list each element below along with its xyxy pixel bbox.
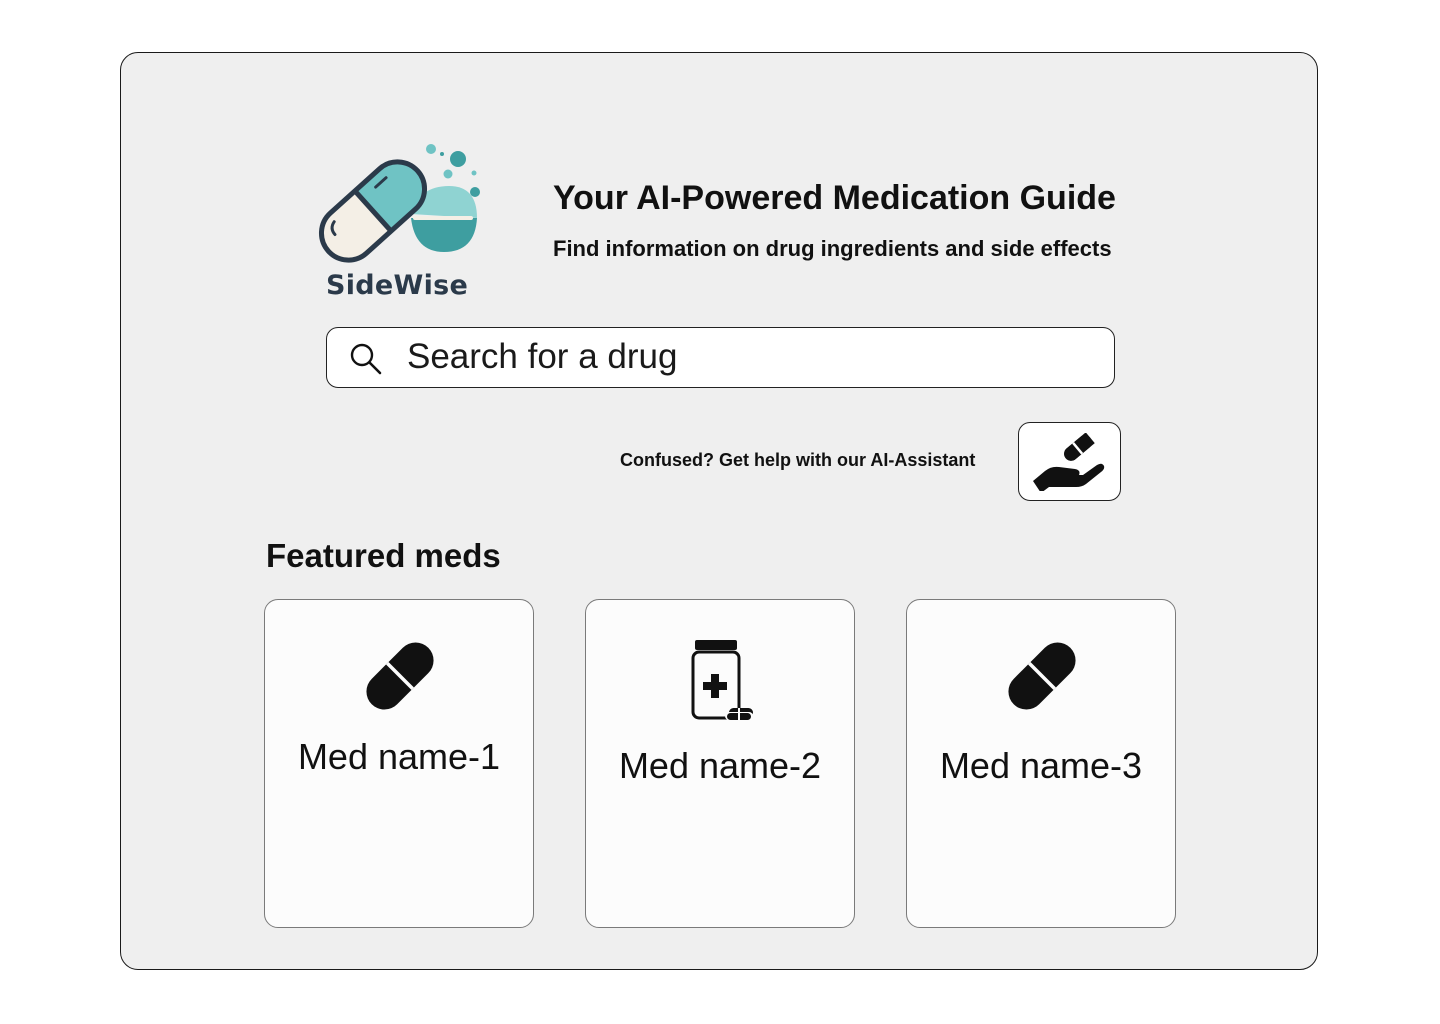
med-name: Med name-3 xyxy=(939,745,1143,786)
hand-pill-icon xyxy=(1033,433,1105,491)
page-subtitle: Find information on drug ingredients and… xyxy=(553,236,1112,261)
med-card[interactable]: Med name-2 xyxy=(585,599,855,928)
med-name: Med name-1 xyxy=(297,736,501,777)
search-bar[interactable] xyxy=(326,327,1115,388)
capsule-logo-icon xyxy=(318,144,480,263)
search-input[interactable] xyxy=(407,334,1097,380)
med-card[interactable]: Med name-3 xyxy=(906,599,1176,928)
pill-icon xyxy=(366,642,434,710)
app-frame: SideWise Your AI-Powered Medication Guid… xyxy=(120,52,1318,970)
page-title: Your AI-Powered Medication Guide xyxy=(553,179,1116,217)
brand-logo[interactable]: SideWise xyxy=(311,138,491,303)
ai-assistant-button[interactable] xyxy=(1018,422,1121,501)
med-card[interactable]: Med name-1 xyxy=(264,599,534,928)
assistant-prompt: Confused? Get help with our AI-Assistant xyxy=(620,450,976,470)
brand-name: SideWise xyxy=(326,270,469,301)
pill-icon xyxy=(1008,642,1076,710)
featured-title: Featured meds xyxy=(266,537,501,574)
medicine-bottle-icon xyxy=(691,640,753,720)
search-icon[interactable] xyxy=(349,342,383,376)
med-name: Med name-2 xyxy=(618,745,822,786)
